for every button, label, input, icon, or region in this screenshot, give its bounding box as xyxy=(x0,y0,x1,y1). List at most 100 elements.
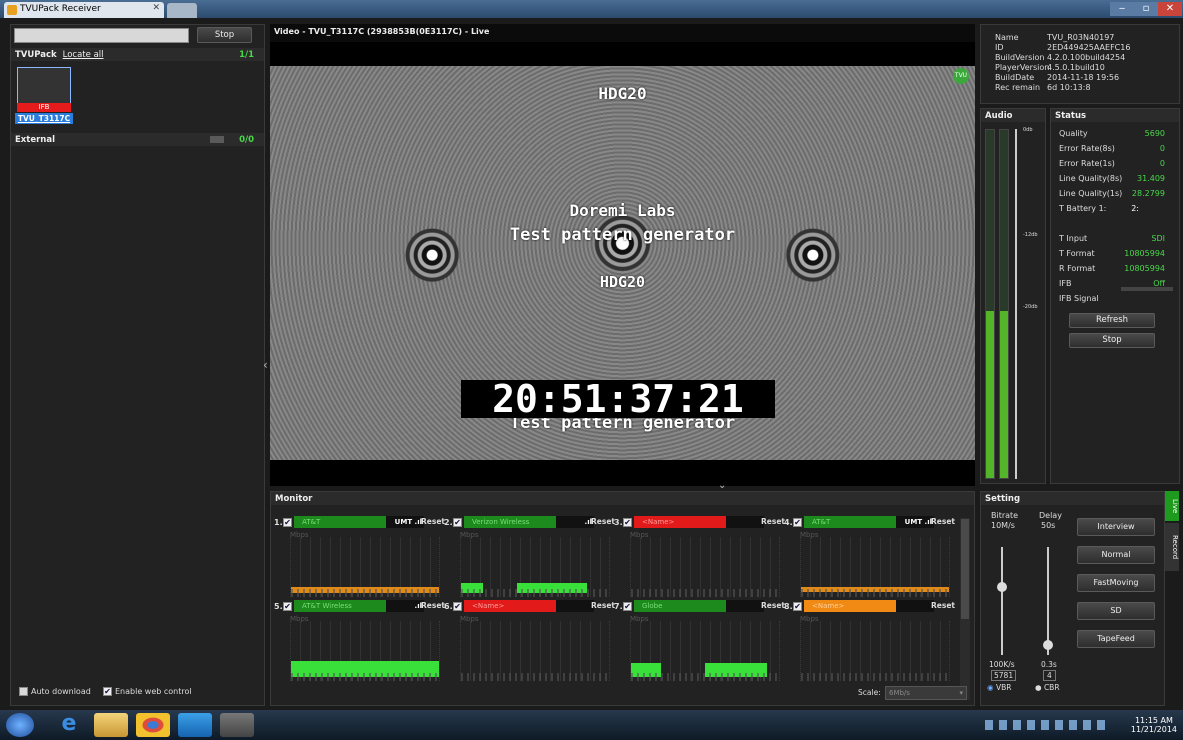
chevron-down-icon: ▾ xyxy=(959,689,963,697)
status-value: 28.2799 xyxy=(1131,189,1165,198)
status-key: T Battery 1: xyxy=(1059,204,1107,213)
graph-ticks xyxy=(631,589,779,597)
channel-reset-button[interactable]: Reset xyxy=(761,517,785,526)
delay-slider-handle[interactable] xyxy=(1043,640,1053,650)
channel-reset-button[interactable]: Reset xyxy=(931,517,955,526)
stop-button[interactable]: Stop xyxy=(197,27,252,43)
close-button[interactable]: ✕ xyxy=(1158,2,1182,16)
tab-record[interactable]: Record xyxy=(1165,523,1179,571)
cbr-radio[interactable]: ● xyxy=(1035,683,1042,692)
sd-button[interactable]: SD xyxy=(1077,602,1155,620)
web-control-checkbox[interactable] xyxy=(103,687,112,696)
web-control-option[interactable]: Enable web control xyxy=(103,687,192,696)
vbr-radio[interactable]: ◉ xyxy=(987,683,994,692)
tvupack-header: TVUPack Locate all 1/1 xyxy=(11,48,264,61)
auto-download-option[interactable]: Auto download xyxy=(19,687,91,696)
delay-slider[interactable] xyxy=(1047,547,1049,655)
channel-name-bar[interactable]: <Name> xyxy=(634,516,726,528)
fastmoving-button[interactable]: FastMoving xyxy=(1077,574,1155,592)
refresh-button[interactable]: Refresh xyxy=(1069,313,1155,328)
channel-checkbox[interactable] xyxy=(793,518,802,527)
tvu-badge-icon: TVU xyxy=(953,68,969,84)
channel-checkbox[interactable] xyxy=(793,602,802,611)
bitrate-value[interactable]: 5781 xyxy=(991,670,1017,681)
channel-graph xyxy=(460,621,610,681)
channel-graph xyxy=(800,537,950,597)
tab-live[interactable]: Live xyxy=(1165,491,1179,521)
channel-name: Globe xyxy=(642,602,663,610)
ifb-signal-bar xyxy=(1121,287,1173,291)
channel-checkbox[interactable] xyxy=(623,518,632,527)
bitrate-slider[interactable] xyxy=(1001,547,1003,655)
channel-name-bar[interactable]: Verizon Wireless xyxy=(464,516,556,528)
channel-reset-button[interactable]: Reset xyxy=(931,601,955,610)
channel-checkbox[interactable] xyxy=(283,602,292,611)
graph-ticks xyxy=(461,589,609,597)
channel-signal: .ıl xyxy=(386,600,424,612)
delay-value[interactable]: 4 xyxy=(1043,670,1056,681)
normal-button[interactable]: Normal xyxy=(1077,546,1155,564)
channel-monitor: 1.AT&TUMT .ılResetMbps xyxy=(274,515,445,597)
window-tab[interactable]: TVUPack Receiver ✕ xyxy=(4,2,164,18)
channel-number: 5. xyxy=(274,602,283,611)
minimize-button[interactable]: ‒ xyxy=(1110,2,1134,16)
tvupack-label: TVUPack xyxy=(15,50,57,60)
new-tab[interactable] xyxy=(167,3,197,18)
tab-close-icon[interactable]: ✕ xyxy=(152,3,160,13)
monitor-scroll-thumb[interactable] xyxy=(961,519,969,619)
channel-name-bar[interactable]: Globe xyxy=(634,600,726,612)
collapse-bottom-icon[interactable]: ⌄ xyxy=(718,480,726,491)
tapefeed-button[interactable]: TapeFeed xyxy=(1077,630,1155,648)
vbr-option[interactable]: ◉ VBR xyxy=(987,683,1011,692)
channel-name-bar[interactable]: <Name> xyxy=(464,600,556,612)
chrome-icon[interactable] xyxy=(136,713,170,737)
channel-name-bar[interactable]: <Name> xyxy=(804,600,896,612)
info-value: 4.5.0.1build10 xyxy=(1047,63,1105,72)
cbr-option[interactable]: ● CBR xyxy=(1035,683,1060,692)
channel-monitor: 5.AT&T Wireless.ılResetMbps xyxy=(274,599,445,681)
channel-reset-button[interactable]: Reset xyxy=(421,517,445,526)
search-input[interactable] xyxy=(14,28,189,43)
channel-reset-button[interactable]: Reset xyxy=(761,601,785,610)
channel-name-bar[interactable]: AT&T Wireless xyxy=(294,600,386,612)
auto-download-checkbox[interactable] xyxy=(19,687,28,696)
explorer-icon[interactable] xyxy=(94,713,128,737)
channel-signal: UMT .ıl xyxy=(896,516,934,528)
interview-button[interactable]: Interview xyxy=(1077,518,1155,536)
status-key: Error Rate(1s) xyxy=(1059,159,1115,168)
info-key: Name xyxy=(995,33,1019,42)
status-value: SDI xyxy=(1151,234,1165,243)
channel-graph xyxy=(460,537,610,597)
scale-select[interactable]: 6Mb/s ▾ xyxy=(885,686,967,700)
channel-checkbox[interactable] xyxy=(453,518,462,527)
channel-checkbox[interactable] xyxy=(453,602,462,611)
status-stop-button[interactable]: Stop xyxy=(1069,333,1155,348)
channel-name: <Name> xyxy=(472,602,505,610)
system-tray-icons[interactable] xyxy=(985,720,1110,730)
channel-reset-button[interactable]: Reset xyxy=(421,601,445,610)
teamviewer-icon[interactable] xyxy=(178,713,212,737)
start-icon[interactable] xyxy=(6,713,34,737)
channel-checkbox[interactable] xyxy=(283,518,292,527)
delay-min: 0.3s xyxy=(1041,660,1057,669)
locate-all-link[interactable]: Locate all xyxy=(63,50,104,60)
device-name-link[interactable]: TVU_T3117C xyxy=(15,113,73,124)
ie-icon[interactable]: e xyxy=(52,713,86,737)
channel-name-bar[interactable]: AT&T xyxy=(294,516,386,528)
status-panel: Status Quality 5690 Error Rate(8s) 0 Error R… xyxy=(1050,108,1180,484)
status-value: 31.409 xyxy=(1137,174,1165,183)
status-key: R Format xyxy=(1059,264,1096,273)
tray-clock[interactable]: 11:15 AM 11/21/2014 xyxy=(1131,716,1177,734)
tvupack-app-icon[interactable] xyxy=(220,713,254,737)
channel-checkbox[interactable] xyxy=(623,602,632,611)
status-key: T Format xyxy=(1059,249,1095,258)
bitrate-slider-handle[interactable] xyxy=(997,582,1007,592)
channel-name-bar[interactable]: AT&T xyxy=(804,516,896,528)
channel-reset-button[interactable]: Reset xyxy=(591,517,615,526)
collapse-left-icon[interactable]: ‹ xyxy=(263,358,268,372)
channel-reset-button[interactable]: Reset xyxy=(591,601,615,610)
maximize-button[interactable]: ▫ xyxy=(1134,2,1158,16)
status-title: Status xyxy=(1051,109,1179,122)
delay-max: 50s xyxy=(1041,521,1056,530)
info-value: 2014-11-18 19:56 xyxy=(1047,73,1120,82)
